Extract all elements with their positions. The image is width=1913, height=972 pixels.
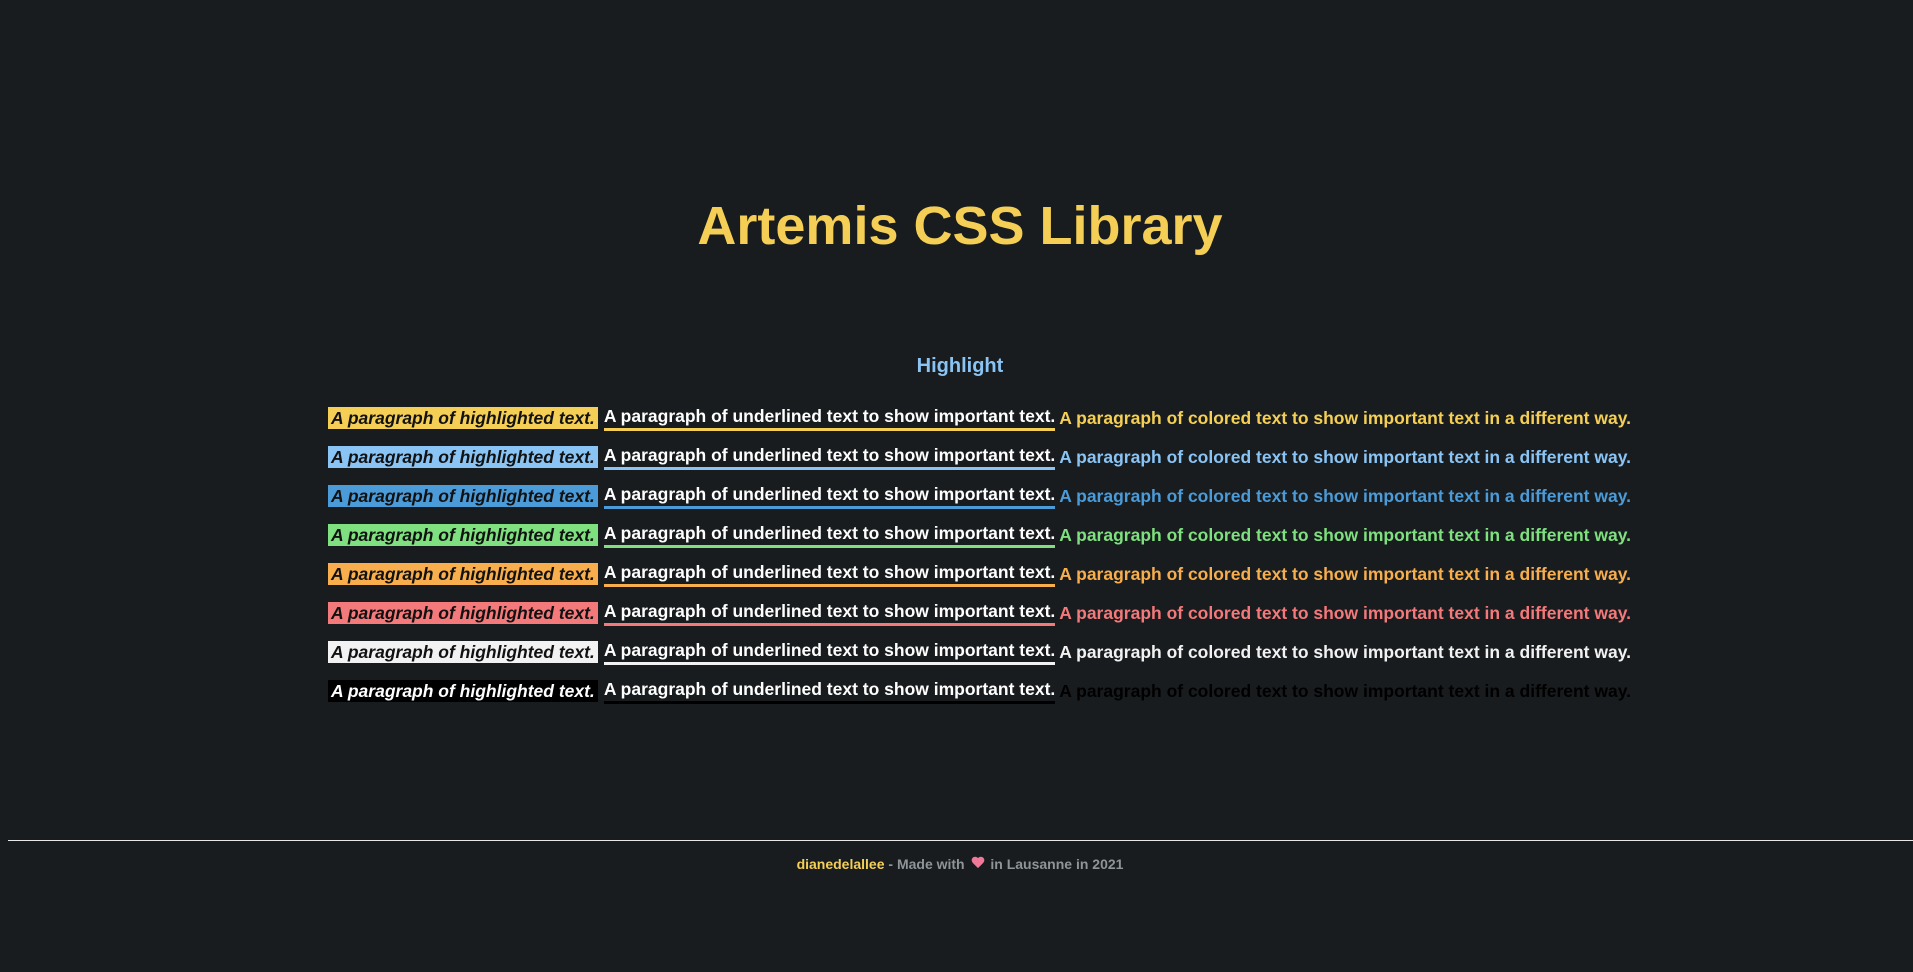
highlight-row-yellow: A paragraph of highlighted text. A parag… bbox=[328, 398, 1631, 437]
footer: dianedelallee - Made with in Lausanne in… bbox=[0, 856, 1913, 872]
colored-text: A paragraph of colored text to show impo… bbox=[1059, 641, 1632, 662]
highlighted-text: A paragraph of highlighted text. bbox=[328, 523, 598, 546]
highlight-row-light-blue: A paragraph of highlighted text. A parag… bbox=[328, 437, 1631, 476]
underlined-text: A paragraph of underlined text to show i… bbox=[603, 405, 1056, 431]
colored-text: A paragraph of colored text to show impo… bbox=[1059, 446, 1632, 467]
highlight-rows: A paragraph of highlighted text. A parag… bbox=[328, 398, 1631, 710]
footer-text-after: in Lausanne in 2021 bbox=[986, 856, 1124, 872]
underlined-text: A paragraph of underlined text to show i… bbox=[603, 483, 1056, 509]
highlighted-text: A paragraph of highlighted text. bbox=[328, 562, 598, 585]
underlined-text: A paragraph of underlined text to show i… bbox=[603, 600, 1056, 626]
underlined-text: A paragraph of underlined text to show i… bbox=[603, 561, 1056, 587]
highlight-row-white: A paragraph of highlighted text. A parag… bbox=[328, 632, 1631, 671]
footer-divider bbox=[8, 840, 1913, 841]
colored-text: A paragraph of colored text to show impo… bbox=[1059, 485, 1632, 506]
underlined-text: A paragraph of underlined text to show i… bbox=[603, 444, 1056, 470]
underlined-text: A paragraph of underlined text to show i… bbox=[603, 639, 1056, 665]
footer-author-link[interactable]: dianedelallee bbox=[797, 856, 885, 872]
colored-text: A paragraph of colored text to show impo… bbox=[1059, 407, 1632, 428]
highlight-row-orange: A paragraph of highlighted text. A parag… bbox=[328, 554, 1631, 593]
section-title-highlight: Highlight bbox=[916, 355, 1004, 377]
highlight-row-red: A paragraph of highlighted text. A parag… bbox=[328, 593, 1631, 632]
highlight-row-black: A paragraph of highlighted text. A parag… bbox=[328, 671, 1631, 710]
underlined-text: A paragraph of underlined text to show i… bbox=[603, 678, 1056, 704]
highlighted-text: A paragraph of highlighted text. bbox=[328, 640, 598, 663]
highlighted-text: A paragraph of highlighted text. bbox=[328, 445, 598, 468]
colored-text: A paragraph of colored text to show impo… bbox=[1059, 524, 1632, 545]
highlight-row-green: A paragraph of highlighted text. A parag… bbox=[328, 515, 1631, 554]
highlighted-text: A paragraph of highlighted text. bbox=[328, 406, 598, 429]
heart-icon bbox=[971, 857, 985, 870]
colored-text: A paragraph of colored text to show impo… bbox=[1059, 680, 1632, 701]
highlighted-text: A paragraph of highlighted text. bbox=[328, 484, 598, 507]
colored-text: A paragraph of colored text to show impo… bbox=[1059, 563, 1632, 584]
page-title: Artemis CSS Library bbox=[697, 196, 1223, 256]
underlined-text: A paragraph of underlined text to show i… bbox=[603, 522, 1056, 548]
footer-text-before: - Made with bbox=[884, 856, 969, 872]
highlighted-text: A paragraph of highlighted text. bbox=[328, 679, 598, 702]
highlighted-text: A paragraph of highlighted text. bbox=[328, 601, 598, 624]
colored-text: A paragraph of colored text to show impo… bbox=[1059, 602, 1632, 623]
highlight-row-blue: A paragraph of highlighted text. A parag… bbox=[328, 476, 1631, 515]
